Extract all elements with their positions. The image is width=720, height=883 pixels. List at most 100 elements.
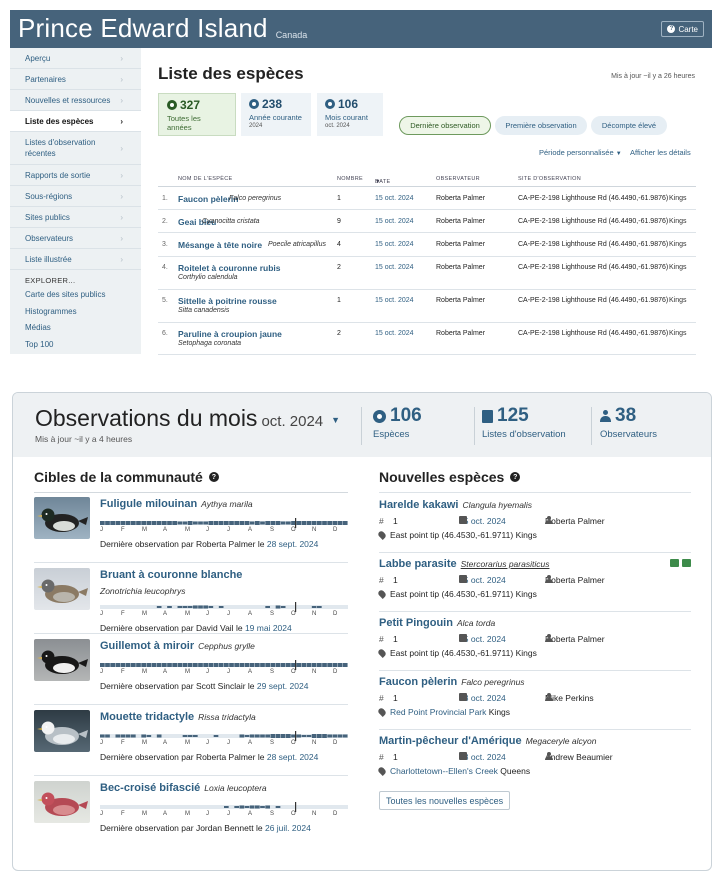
- chevron-right-icon: ›: [120, 75, 123, 84]
- show-details-link[interactable]: Afficher les détails: [630, 148, 691, 157]
- table-row[interactable]: 4. Roitelet à couronne rubis Corthylio cal…: [158, 257, 696, 290]
- stat-label: Toutes les années: [167, 114, 201, 132]
- map-button[interactable]: ? Carte: [661, 21, 704, 37]
- new-species-name[interactable]: Harelde kakawi Clangula hyemalis: [379, 499, 532, 511]
- sidebar-item[interactable]: Liste des espèces ›: [10, 111, 141, 132]
- new-species-name[interactable]: Petit Pingouin Alca torda: [379, 617, 495, 629]
- period-select[interactable]: Période personnalisée ▼: [539, 148, 622, 157]
- species-common-name[interactable]: Sittelle à poitrine rousse: [178, 296, 277, 306]
- sidebar-item[interactable]: Listes d'observation récentes ›: [10, 132, 141, 165]
- month-axis: JFMAMJJASOND: [100, 740, 348, 748]
- community-target-item[interactable]: Mouette tridactyle Rissa tridactyla J F M A M J…: [34, 706, 348, 776]
- observation-date[interactable]: 15 oct. 2024: [375, 330, 414, 337]
- new-species-date-wrap[interactable]: 15 oct. 2024: [459, 634, 506, 644]
- new-species-site[interactable]: Charlottetown--Ellen's Creek: [390, 766, 498, 776]
- new-species-item[interactable]: Faucon pèlerin Falco peregrinus #1 13 oct. …: [377, 670, 691, 734]
- explore-link[interactable]: Médias: [10, 320, 141, 337]
- new-species-date-wrap[interactable]: 15 oct. 2024: [459, 575, 506, 585]
- month-select[interactable]: oct. 2024: [261, 413, 323, 430]
- explore-link[interactable]: Carte des sites publics: [10, 287, 141, 304]
- last-seen-observer: Roberta Palmer: [195, 539, 256, 549]
- species-sci-name: Sitta canadensis: [178, 307, 230, 314]
- stat-all-years[interactable]: 327 Toutes les années: [158, 93, 236, 136]
- explore-link[interactable]: Top 100: [10, 337, 141, 354]
- new-species-item[interactable]: Labbe parasite Stercorarius parasiticus #1…: [377, 552, 691, 616]
- col-species[interactable]: NOM DE L'ESPÈCE: [178, 176, 232, 182]
- target-species-name[interactable]: Guillemot à miroir Cepphus grylle: [100, 640, 255, 652]
- last-seen-date[interactable]: 26 juil. 2024: [265, 823, 311, 833]
- col-count[interactable]: NOMBRE: [337, 176, 363, 182]
- table-row[interactable]: 1. Faucon pèlerin Falco peregrinus 1 15 oct.…: [158, 187, 696, 210]
- observation-date[interactable]: 15 oct. 2024: [375, 218, 414, 225]
- table-row[interactable]: 3. Mésange à tête noire Poecile atricapill…: [158, 233, 696, 257]
- sidebar-item[interactable]: Sites publics ›: [10, 207, 141, 228]
- month-letter: M: [142, 669, 147, 675]
- sidebar-item[interactable]: Rapports de sortie ›: [10, 165, 141, 186]
- sort-first-observation[interactable]: Première observation: [495, 116, 587, 135]
- month-stat-observers[interactable]: 38 Observateurs: [600, 405, 657, 440]
- table-row[interactable]: 5. Sittelle à poitrine rousse Sitta canade…: [158, 290, 696, 323]
- observation-date[interactable]: 15 oct. 2024: [375, 264, 414, 271]
- sidebar-item[interactable]: Sous-régions ›: [10, 186, 141, 207]
- stat-current-month[interactable]: 106 Mois courant oct. 2024: [317, 93, 383, 136]
- month-letter: M: [185, 740, 190, 746]
- new-species-item[interactable]: Martin-pêcheur d'Amérique Megaceryle alcy…: [377, 729, 691, 793]
- sidebar-item[interactable]: Aperçu ›: [10, 48, 141, 69]
- month-stat-checklists[interactable]: 125 Listes d'observation: [482, 405, 566, 440]
- new-species-name[interactable]: Faucon pèlerin Falco peregrinus: [379, 676, 525, 688]
- target-species-name[interactable]: Bec-croisé bifascié Loxia leucoptera: [100, 782, 267, 794]
- table-row[interactable]: 6. Paruline à croupion jaune Setophaga cor…: [158, 323, 696, 355]
- new-species-date-wrap[interactable]: 13 oct. 2024: [459, 693, 506, 703]
- target-species-name[interactable]: Fuligule milouinan Aythya marila: [100, 498, 253, 510]
- county: Kings: [669, 330, 687, 337]
- camera-icon[interactable]: [682, 559, 691, 567]
- last-seen-date[interactable]: 28 sept. 2024: [267, 752, 319, 762]
- help-icon[interactable]: ?: [510, 472, 521, 482]
- new-species-date-wrap[interactable]: 15 oct. 2024: [459, 516, 506, 526]
- new-species-name[interactable]: Labbe parasite Stercorarius parasiticus: [379, 558, 549, 570]
- species-common-name[interactable]: Mésange à tête noire: [178, 240, 262, 250]
- divider: [34, 704, 348, 705]
- community-target-item[interactable]: Bruant à couronne blanche Zonotrichia leu…: [34, 564, 348, 634]
- new-species-name[interactable]: Martin-pêcheur d'Amérique Megaceryle alcy…: [379, 735, 596, 747]
- sidebar-item[interactable]: Nouvelles et ressources ›: [10, 90, 141, 111]
- observation-date[interactable]: 15 oct. 2024: [375, 241, 414, 248]
- month-stat-species[interactable]: 106 Espèces: [373, 405, 422, 440]
- new-species-location: Charlottetown--Ellen's Creek Queens: [377, 766, 530, 776]
- sort-high-count[interactable]: Décompte élevé: [591, 116, 667, 135]
- sidebar-item[interactable]: Observateurs ›: [10, 228, 141, 249]
- target-species-name[interactable]: Mouette tridactyle Rissa tridactyla: [100, 711, 256, 723]
- observation-date[interactable]: 15 oct. 2024: [375, 195, 414, 202]
- new-species-date-wrap[interactable]: 13 oct. 2024: [459, 752, 506, 762]
- month-letter: D: [333, 611, 338, 617]
- new-species-item[interactable]: Petit Pingouin Alca torda #1 15 oct. 2024 Ro…: [377, 611, 691, 675]
- divider: [379, 670, 691, 671]
- new-species-site[interactable]: Red Point Provincial Park: [390, 707, 486, 717]
- col-site[interactable]: SITE D'OBSERVATION: [518, 176, 581, 182]
- table-row[interactable]: 2. Geai bleu Cyanocitta cristata 9 15 oct. 2…: [158, 210, 696, 233]
- observation-date[interactable]: 15 oct. 2024: [375, 297, 414, 304]
- last-seen-date[interactable]: 19 mai 2024: [245, 623, 292, 633]
- species-common-name[interactable]: Paruline à croupion jaune: [178, 329, 282, 339]
- last-seen-date[interactable]: 29 sept. 2024: [257, 681, 309, 691]
- community-target-item[interactable]: Guillemot à miroir Cepphus grylle J F M A M J J A…: [34, 635, 348, 705]
- stat-current-year[interactable]: 238 Année courante 2024: [241, 93, 311, 136]
- all-new-species-button[interactable]: Toutes les nouvelles espèces: [379, 791, 511, 810]
- last-seen-date[interactable]: 28 sept. 2024: [267, 539, 319, 549]
- col-observer[interactable]: OBSERVATEUR: [436, 176, 480, 182]
- comment-icon[interactable]: [670, 559, 679, 567]
- target-species-name[interactable]: Bruant à couronne blanche: [100, 569, 242, 581]
- observer-name: Roberta Palmer: [436, 195, 486, 202]
- species-common-name[interactable]: Roitelet à couronne rubis: [178, 263, 281, 273]
- observation-site: CA-PE-2-198 Lighthouse Rd (46.4490,-61.9…: [518, 330, 669, 337]
- explore-link[interactable]: Histogrammes: [10, 304, 141, 321]
- caret-down-icon[interactable]: ▼: [331, 415, 340, 425]
- sidebar-item[interactable]: Partenaires ›: [10, 69, 141, 90]
- community-target-item[interactable]: Fuligule milouinan Aythya marila J F M A M J J A S…: [34, 493, 348, 563]
- sidebar-item[interactable]: Liste illustrée ›: [10, 249, 141, 270]
- new-species-item[interactable]: Harelde kakawi Clangula hyemalis #1 15 oct.…: [377, 492, 691, 557]
- help-icon[interactable]: ?: [208, 472, 219, 482]
- sort-last-observation[interactable]: Dernière observation: [399, 116, 491, 135]
- divider: [361, 407, 362, 445]
- community-target-item[interactable]: Bec-croisé bifascié Loxia leucoptera J F M A M…: [34, 777, 348, 847]
